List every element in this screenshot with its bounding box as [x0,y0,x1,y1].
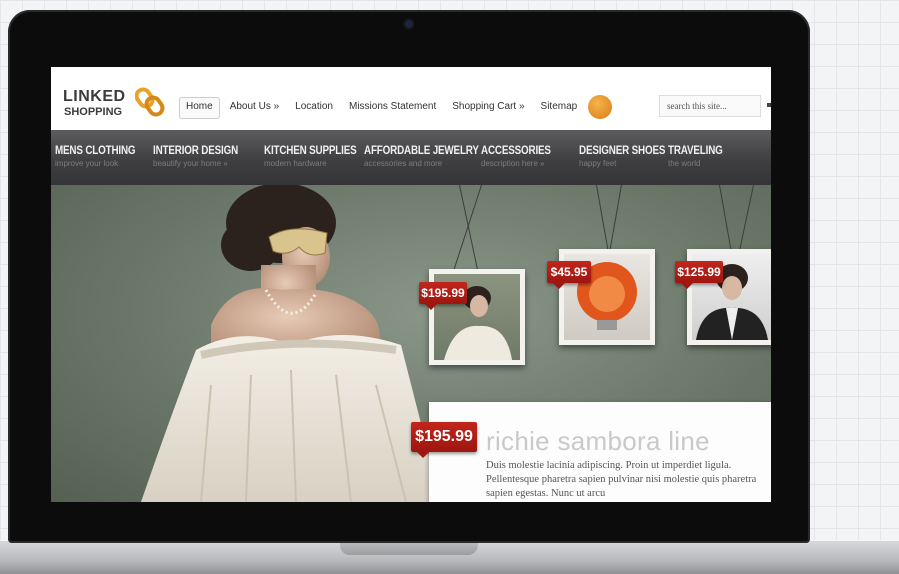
frame-2-price-tag: $45.95 [547,261,591,289]
rss-icon[interactable] [588,95,612,119]
hanging-string [738,184,754,254]
category-title: INTERIOR DESIGN [153,143,239,157]
category-title: TRAVELING [668,143,723,157]
website-screen: LINKED SHOPPING Home About Us » Location… [51,67,771,502]
category-title: MENS CLOTHING [55,143,136,157]
category-accessories[interactable]: ACCESSORIES description here » [481,143,566,168]
category-title: ACCESSORIES [481,143,551,157]
category-mens-clothing[interactable]: MENS CLOTHING improve your look [55,143,153,168]
category-subtitle: the world [668,159,701,168]
category-title: DESIGNER SHOES [579,143,666,157]
category-subtitle: improve your look [55,159,119,168]
hanging-string [719,184,733,255]
nav-location[interactable]: Location [289,97,339,119]
category-menu: MENS CLOTHING improve your look INTERIOR… [51,130,771,185]
featured-product-description: Duis molestie lacinia adipiscing. Proin … [486,460,757,499]
featured-product-card[interactable]: richie sambora line Duis molestie lacini… [429,402,771,502]
nav-shopping-cart[interactable]: Shopping Cart » [446,97,530,119]
search-icon[interactable] [767,103,771,107]
category-traveling[interactable]: TRAVELING the world [668,143,735,168]
hanging-string [608,184,622,255]
site-header: LINKED SHOPPING Home About Us » Location… [51,67,771,130]
category-subtitle: description here » [481,159,545,168]
featured-product-title: richie sambora line [486,426,710,456]
nav-about-us[interactable]: About Us » [224,97,285,119]
frame-1-price-tag: $195.99 [419,282,467,310]
nav-sitemap[interactable]: Sitemap [535,97,584,119]
laptop-notch [340,541,478,555]
chain-link-icon [135,87,165,117]
hero-banner: $195.99 $45.95 $125.99 richie sambora li… [51,184,771,502]
category-subtitle: modern hardware [264,159,327,168]
nav-home[interactable]: Home [179,97,220,119]
category-title: KITCHEN SUPPLIES [264,143,357,157]
model-photo [141,185,441,502]
nav-missions-statement[interactable]: Missions Statement [343,97,442,119]
featured-price-tag: $195.99 [411,422,477,458]
search-input[interactable]: search this site... [659,95,761,117]
category-subtitle: beautify your home » [153,159,228,168]
camera-icon [405,20,413,28]
category-interior-design[interactable]: INTERIOR DESIGN beautify your home » [153,143,257,168]
top-navigation: Home About Us » Location Missions Statem… [179,97,583,119]
category-kitchen-supplies[interactable]: KITCHEN SUPPLIES modern hardware [264,143,377,168]
frame-3-price-tag: $125.99 [675,261,723,289]
hanging-string [596,184,610,255]
category-title: AFFORDABLE JEWELRY [364,143,479,157]
